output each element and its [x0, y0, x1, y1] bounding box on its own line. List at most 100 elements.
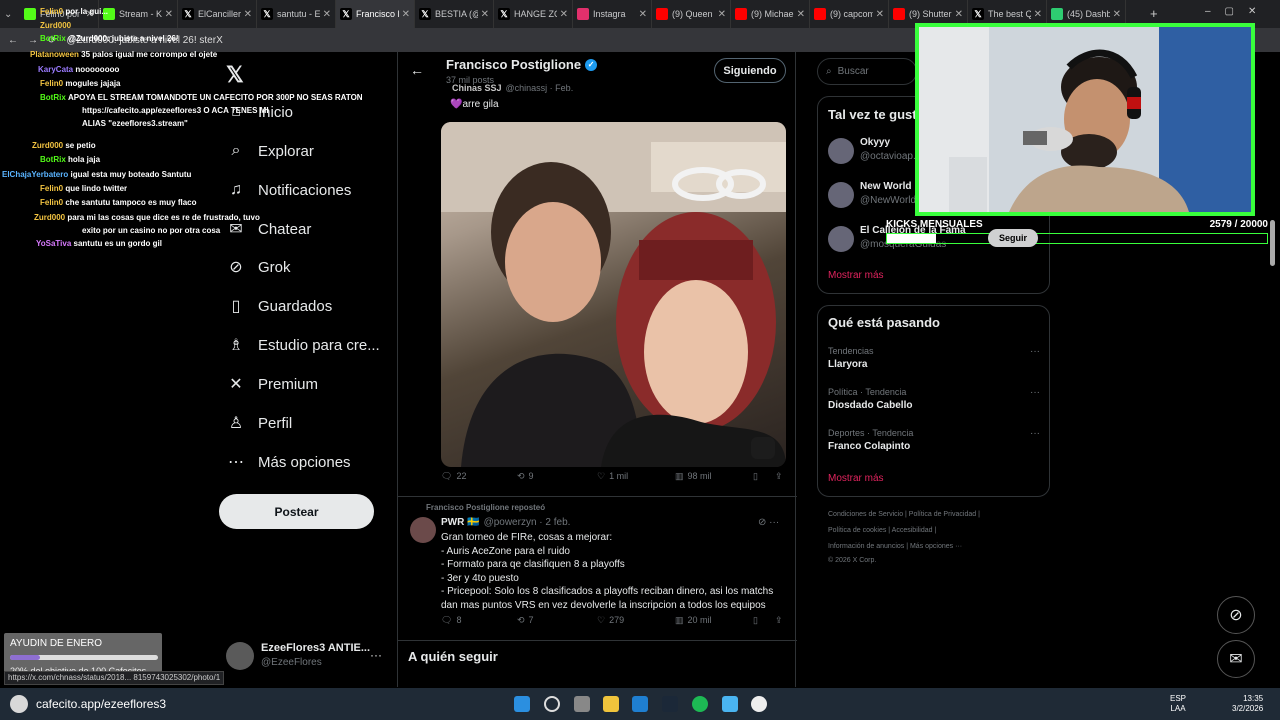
back-arrow-icon[interactable]: ←	[410, 62, 424, 78]
trend-item[interactable]: Tendencias Llaryora ···	[828, 346, 1040, 370]
browser-tab[interactable]: 𝕏 Francisco P✕	[336, 0, 415, 28]
trend-more-icon[interactable]: ···	[1030, 346, 1040, 357]
follow-button[interactable]: Seguir	[988, 229, 1038, 247]
tweet2-avatar[interactable]	[410, 517, 436, 543]
tab-close-icon[interactable]: ✕	[560, 9, 568, 20]
browser-tab[interactable]: (9) Michael ✕	[731, 0, 810, 28]
task-view-icon[interactable]	[574, 696, 590, 712]
nav-item-más-opciones[interactable]: ⋯ Más opciones	[226, 452, 351, 472]
tweet2-more-icon[interactable]: ⊘ ···	[758, 517, 779, 528]
footer-row3[interactable]: Información de anuncios | Más opciones ·…	[828, 543, 962, 550]
nav-item-grok[interactable]: ⊘ Grok	[226, 257, 290, 277]
windows-start-icon[interactable]	[514, 696, 530, 712]
browser-tab[interactable]: 𝕏 HANGE ZO ✕	[494, 0, 573, 28]
tab-close-icon[interactable]: ✕	[323, 9, 331, 20]
show-more-link[interactable]: Mostrar más	[828, 270, 884, 281]
profile-header: Francisco Postiglione ✓	[446, 57, 598, 72]
tab-label: (9) capcom	[830, 9, 873, 19]
window-controls[interactable]: –▢✕	[1205, 6, 1270, 17]
trend-context: Política · Tendencia	[828, 387, 907, 397]
trend-item[interactable]: Deportes · Tendencia Franco Colapinto ···	[828, 428, 1040, 452]
reply-button[interactable]: 🗨 8	[441, 615, 461, 626]
browser-tab[interactable]: Instagra ✕	[573, 0, 652, 28]
browser-tab[interactable]: 𝕏santutu - E ✕	[257, 0, 336, 28]
browser-profile-icon[interactable]	[10, 695, 28, 713]
chat-username: BotRix	[40, 155, 66, 164]
bookmark-button[interactable]: ▯	[753, 471, 758, 482]
nav-item-perfil[interactable]: ♙ Perfil	[226, 413, 292, 433]
trend-context: Deportes · Tendencia	[828, 428, 914, 438]
messages-fab-icon[interactable]: ✉	[1217, 640, 1255, 678]
who-to-follow-heading: A quién seguir	[408, 649, 498, 664]
app-icon[interactable]	[722, 696, 738, 712]
reply-count: 8	[456, 615, 462, 625]
chat-text: che santutu tampoco es muy flaco	[65, 198, 197, 207]
heart-icon: ♡	[597, 614, 606, 625]
tab-close-icon[interactable]: ✕	[876, 9, 884, 20]
reply-button[interactable]: 🗨 22	[441, 471, 466, 482]
nav-item-guardados[interactable]: ▯ Guardados	[226, 296, 333, 316]
trend-more-icon[interactable]: ···	[1030, 387, 1040, 398]
like-button[interactable]: ♡ 279	[597, 615, 624, 626]
file-explorer-icon[interactable]	[603, 696, 619, 712]
chat-text: por la gui...	[65, 7, 109, 16]
page-scrollbar[interactable]	[1270, 220, 1275, 266]
spotify-icon[interactable]	[692, 696, 708, 712]
tab-close-icon[interactable]: ✕	[718, 9, 726, 20]
tab-close-icon[interactable]: ✕	[1113, 9, 1121, 20]
grok-fab-icon[interactable]: ⊘	[1217, 596, 1255, 634]
tweet2-header: PWR 🇸🇪 @powerzyn · 2 feb.	[441, 517, 570, 528]
new-tab-button[interactable]: +	[1150, 6, 1158, 21]
browser-tab[interactable]: (9) capcom ✕	[810, 0, 889, 28]
ayudin-progress	[10, 655, 158, 660]
repost-button[interactable]: ⟲ 9	[517, 471, 534, 482]
avatar[interactable]	[226, 642, 254, 670]
webcam-overlay	[915, 23, 1255, 216]
tweet2-handle: @powerzyn · 2 feb.	[483, 517, 571, 528]
nav-item-premium[interactable]: ✕ Premium	[226, 374, 318, 394]
edge-icon[interactable]	[632, 696, 648, 712]
tab-close-icon[interactable]: ✕	[797, 9, 805, 20]
browser-tab[interactable]: (9) Queen ✕	[652, 0, 731, 28]
chat-username: Felin0	[40, 184, 64, 193]
like-button[interactable]: ♡ 1 mil	[597, 471, 628, 482]
views-button[interactable]: ▥ 20 mil	[675, 615, 712, 626]
search-input[interactable]: ⌕ Buscar	[817, 58, 917, 85]
nav-item-estudio-para-cre[interactable]: ♗ Estudio para cre...	[226, 335, 380, 355]
account-name[interactable]: EzeeFlores3 ANTIE...	[261, 642, 370, 654]
views-button[interactable]: ▥ 98 mil	[675, 471, 712, 482]
bookmark-button[interactable]: ▯	[753, 615, 758, 626]
chat-username: BotRix	[40, 34, 66, 43]
tab-close-icon[interactable]: ✕	[955, 9, 963, 20]
tab-close-icon[interactable]: ✕	[481, 9, 489, 20]
trends-show-more-link[interactable]: Mostrar más	[828, 473, 884, 484]
taskbar-browser-label[interactable]: cafecito.app/ezeeflores3	[36, 697, 166, 711]
footer-row2[interactable]: Política de cookies | Accesibilidad |	[828, 527, 936, 534]
tweet-photo[interactable]	[441, 122, 786, 467]
browser-tab[interactable]: 𝕏 BESTIA (@t✕	[415, 0, 494, 28]
trend-item[interactable]: Política · Tendencia Diosdado Cabello ···	[828, 387, 1040, 411]
tab-close-icon[interactable]: ✕	[1034, 9, 1042, 20]
share-icon[interactable]: ⇪	[775, 615, 783, 626]
chat-username: ElChajaYerbatero	[2, 170, 69, 179]
tab-close-icon[interactable]: ✕	[402, 9, 410, 20]
obs-icon[interactable]	[751, 696, 767, 712]
footer-row1[interactable]: Condiciones de Servicio | Política de Pr…	[828, 511, 980, 518]
steam-icon[interactable]	[662, 696, 678, 712]
trend-more-icon[interactable]: ···	[1030, 428, 1040, 439]
tab-favicon-icon	[577, 8, 589, 20]
share-icon[interactable]: ⇪	[775, 471, 783, 482]
like-count: 1 mil	[609, 471, 629, 481]
taskbar-search-icon[interactable]	[544, 696, 560, 712]
post-button[interactable]: Postear	[219, 494, 374, 529]
tab-close-icon[interactable]: ✕	[639, 9, 647, 20]
following-button[interactable]: Siguiendo	[714, 58, 786, 83]
tab-label: Instagra	[593, 9, 626, 19]
language-indicator[interactable]: ESP LAA	[1170, 694, 1186, 714]
tweet2-author[interactable]: PWR 🇸🇪	[441, 517, 480, 528]
repost-button[interactable]: ⟲ 7	[517, 615, 534, 626]
account-more-icon[interactable]: ···	[370, 648, 382, 662]
clock[interactable]: 13:35 3/2/2026	[1232, 694, 1263, 714]
heart-icon: ♡	[597, 470, 606, 481]
chart-icon: ▥	[675, 614, 684, 625]
